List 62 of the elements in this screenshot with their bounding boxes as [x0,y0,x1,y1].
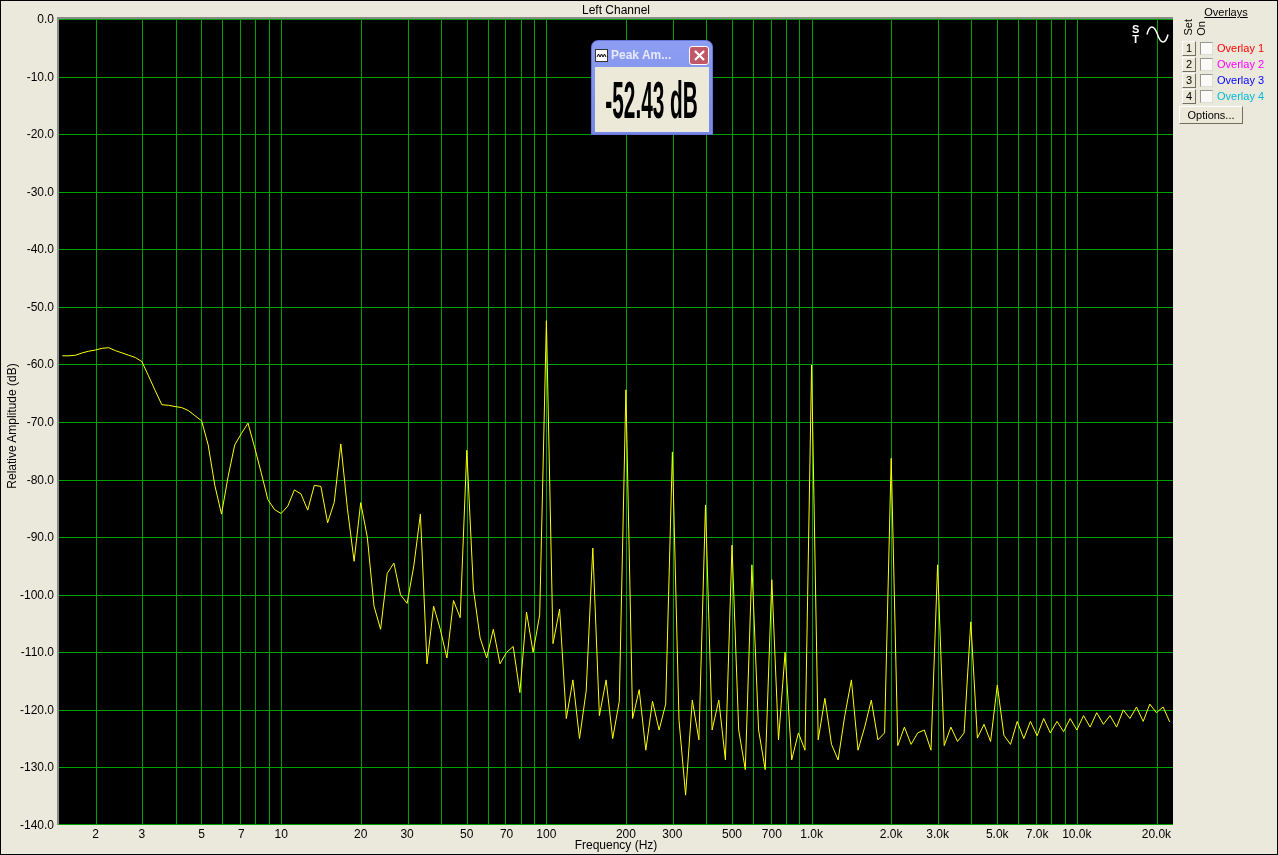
x-tick-label: 10.0k [1062,827,1092,841]
y-tick-label: -20.0 [26,127,54,142]
x-tick-label: 5 [198,827,205,841]
x-tick-label: 3.0k [926,827,949,841]
y-axis-title: Relative Amplitude (dB) [5,363,19,489]
x-tick-label: 700 [761,827,782,841]
overlays-heading: Overlays [1204,6,1248,19]
close-button[interactable] [689,45,709,65]
y-tick-label: -50.0 [26,299,54,314]
y-tick-label: 0.0 [37,12,54,26]
x-tick-label: 3 [138,827,146,841]
overlay-label: Overlay 4 [1217,89,1265,103]
x-tick-label: 500 [722,827,743,841]
x-tick-label: 30 [400,827,414,841]
y-tick-label: -110.0 [20,645,54,660]
overlay-label: Overlay 3 [1217,73,1265,87]
overlay-checkbox[interactable] [1200,41,1213,55]
y-tick-label: -80.0 [26,472,54,487]
y-tick-label: -30.0 [26,184,54,199]
peak-value: -52.43 dB [605,74,699,125]
y-tick-label: -130.0 [19,760,54,775]
y-tick-label: -70.0 [26,415,54,429]
x-tick-label: 2 [92,827,99,841]
x-tick-label: 100 [536,827,557,841]
x-tick-label: 70 [499,827,514,841]
sine-wave-icon[interactable] [1146,25,1169,44]
x-tick-label: 2.0k [879,827,903,841]
waveform-icon [595,48,608,62]
y-tick-label: -100.0 [19,587,54,602]
x-tick-label: 300 [662,827,683,841]
overlay-checkbox[interactable] [1200,73,1213,87]
x-tick-label: 7.0k [1025,827,1049,841]
x-tick-label: 7 [238,827,245,841]
overlay-checkbox[interactable] [1200,89,1213,103]
mode-toggle-button[interactable]: S T [1132,24,1140,44]
y-tick-label: -10.0 [26,69,54,84]
column-label: On [1196,21,1207,36]
x-axis-title: Frequency (Hz) [574,838,658,852]
set-overlay-button[interactable]: 1 [1182,40,1196,56]
set-overlay-button[interactable]: 3 [1182,72,1196,88]
close-icon [693,49,705,61]
overlay-label: Overlay 2 [1217,57,1265,71]
options-button[interactable]: Options... [1179,106,1243,124]
x-tick-label: 20 [354,827,368,841]
x-tick-label: 200 [615,827,636,841]
x-tick-label: 1.0k [800,827,823,841]
window-title: Peak Am... [611,48,672,62]
y-tick-label: -60.0 [26,357,54,372]
chart-title: Left Channel [581,3,651,17]
x-tick-label: 50 [460,827,474,841]
column-label: Set [1183,19,1194,36]
overlay-label: Overlay 1 [1217,41,1265,55]
y-tick-label: -120.0 [19,702,54,717]
set-overlay-button[interactable]: 4 [1182,88,1196,104]
overlay-checkbox[interactable] [1200,57,1213,71]
y-tick-label: -40.0 [26,242,54,257]
set-overlay-button[interactable]: 2 [1182,56,1196,72]
x-tick-label: 10 [274,827,288,841]
x-tick-label: 5.0k [985,827,1009,841]
y-tick-label: -90.0 [26,530,54,545]
y-tick-label: -140.0 [19,818,54,832]
x-tick-label: 20.0k [1141,827,1172,841]
